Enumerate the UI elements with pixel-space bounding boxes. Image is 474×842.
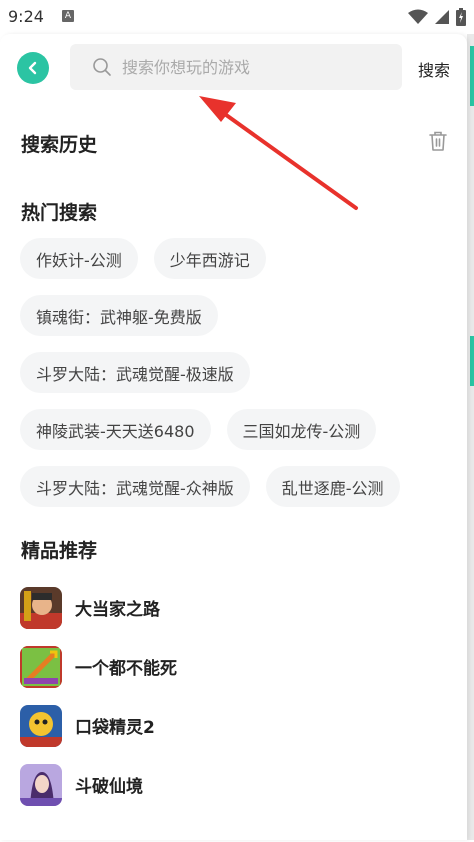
- hot-tag[interactable]: 作妖计-公测: [20, 238, 138, 279]
- trash-icon[interactable]: [428, 130, 448, 156]
- battery-icon: [456, 8, 466, 26]
- game-name: 斗破仙境: [75, 777, 143, 797]
- hot-tag[interactable]: 少年西游记: [153, 238, 266, 279]
- game-icon: [20, 645, 62, 688]
- hot-tag[interactable]: 三国如龙传-公测: [226, 409, 377, 450]
- game-name: 一个都不能死: [75, 659, 177, 679]
- status-icons: [408, 7, 466, 27]
- hot-tags: 作妖计-公测 少年西游记 镇魂街：武神躯-免费版 斗罗大陆：武魂觉醒-极速版 神…: [20, 238, 450, 523]
- search-box[interactable]: [70, 44, 402, 90]
- game-icon: [20, 763, 62, 806]
- hot-tag[interactable]: 神陵武装-天天送6480: [20, 409, 211, 450]
- game-item[interactable]: 口袋精灵2: [20, 696, 177, 755]
- search-button[interactable]: 搜索: [418, 57, 450, 81]
- game-item[interactable]: 大当家之路: [20, 578, 177, 637]
- background-edge-accent-2: [470, 336, 474, 386]
- game-name: 口袋精灵2: [75, 718, 155, 738]
- hot-tag[interactable]: 镇魂街：武神躯-免费版: [20, 295, 218, 336]
- background-edge: [467, 34, 474, 840]
- game-item[interactable]: 一个都不能死: [20, 637, 177, 696]
- hot-tag[interactable]: 斗罗大陆：武魂觉醒-众神版: [20, 466, 250, 507]
- background-edge-accent: [470, 46, 474, 106]
- status-time: 9:24: [8, 7, 44, 26]
- search-input[interactable]: [120, 56, 384, 78]
- hot-title: 热门搜索: [21, 202, 98, 224]
- game-item[interactable]: 斗破仙境: [20, 755, 177, 814]
- tag-row: 斗罗大陆：武魂觉醒-众神版 乱世逐鹿-公测: [20, 466, 450, 507]
- chevron-left-icon: [28, 61, 37, 75]
- search-icon: [92, 57, 112, 77]
- tag-row: 神陵武装-天天送6480 三国如龙传-公测: [20, 409, 450, 450]
- notification-icon: A: [62, 10, 74, 22]
- signal-icon: [435, 10, 449, 24]
- back-button[interactable]: [17, 52, 49, 84]
- wifi-icon: [408, 9, 428, 24]
- tag-row: 镇魂街：武神躯-免费版: [20, 295, 450, 336]
- tag-row: 作妖计-公测 少年西游记: [20, 238, 450, 279]
- hot-tag[interactable]: 乱世逐鹿-公测: [265, 466, 400, 507]
- game-icon: [20, 704, 62, 747]
- recommend-title: 精品推荐: [21, 540, 98, 562]
- history-title: 搜索历史: [21, 134, 98, 156]
- status-bar: 9:24 A: [0, 0, 474, 34]
- tag-row: 斗罗大陆：武魂觉醒-极速版: [20, 352, 450, 393]
- game-icon: [20, 586, 62, 629]
- game-name: 大当家之路: [75, 600, 160, 620]
- hot-tag[interactable]: 斗罗大陆：武魂觉醒-极速版: [20, 352, 250, 393]
- game-list: 大当家之路 一个都不能死 口袋精灵2 斗破仙境: [20, 578, 177, 814]
